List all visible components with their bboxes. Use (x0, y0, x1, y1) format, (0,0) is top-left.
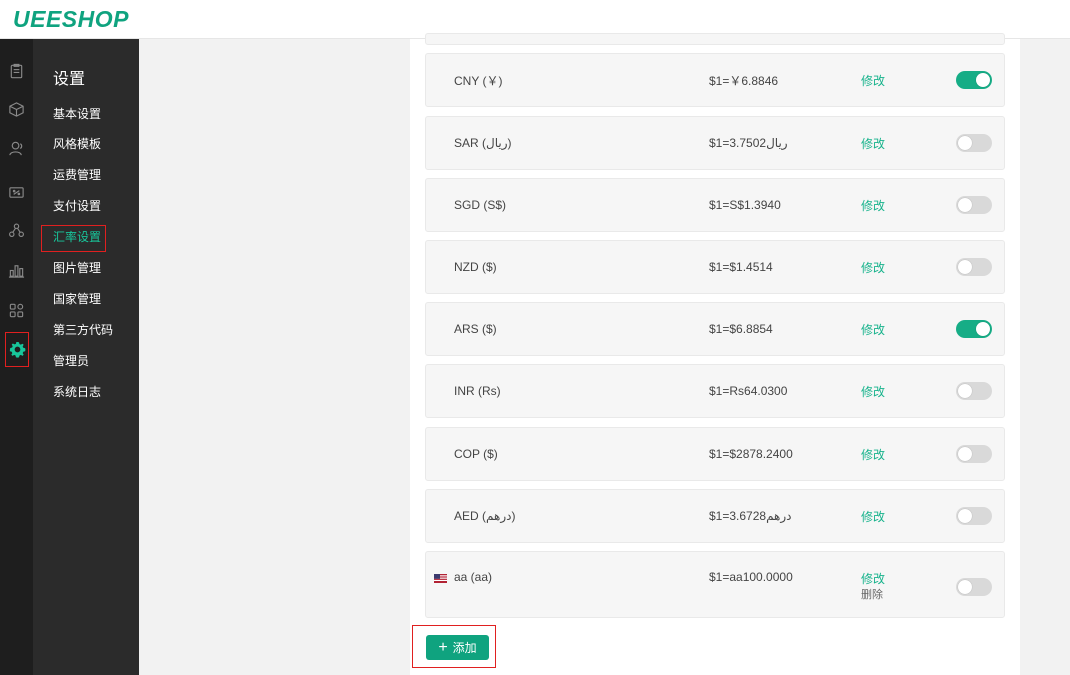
currency-name-wrap: aa (aa) (434, 552, 493, 584)
currency-name: ARS ($) (454, 322, 497, 336)
subnav-item-basic-settings[interactable]: 基本设置 (53, 104, 101, 124)
coupons-icon[interactable] (0, 177, 33, 207)
customers-icon[interactable] (0, 133, 33, 163)
edit-link[interactable]: 修改 (861, 179, 885, 231)
edit-link[interactable]: 修改 (861, 117, 885, 169)
plus-icon: + (438, 638, 448, 656)
currency-name: SAR (ريال) (454, 136, 512, 150)
add-button-label: 添加 (452, 641, 477, 655)
currency-rate: $1=S$1.3940 (709, 198, 781, 212)
currency-name: INR (Rs) (454, 384, 501, 398)
currency-rate: $1=درهم3.6728 (709, 509, 792, 523)
ueeshop-logo[interactable]: UEESHOP (13, 6, 129, 33)
currency-toggle[interactable] (956, 320, 992, 338)
currency-row: INR (Rs) $1=Rs64.0300 修改 (425, 364, 1005, 418)
currency-name: aa (aa) (454, 570, 493, 584)
currency-rate: $1=Rs64.0300 (709, 384, 788, 398)
subnav-title: 设置 (53, 71, 86, 88)
us-flag-icon (434, 572, 447, 584)
currency-toggle[interactable] (956, 445, 992, 463)
subnav-item-exchange-rate[interactable]: 汇率设置 (53, 227, 101, 247)
edit-link[interactable]: 修改 (861, 54, 885, 106)
plugins-icon[interactable] (0, 215, 33, 245)
currency-row: SAR (ريال) $1=3.7502ريال 修改 (425, 116, 1005, 170)
currency-row: SGD (S$) $1=S$1.3940 修改 (425, 178, 1005, 232)
currency-row: COP ($) $1=$2878.2400 修改 (425, 427, 1005, 481)
currency-rate: $1=$6.8854 (709, 322, 773, 336)
edit-link[interactable]: 修改 (861, 490, 885, 542)
main-content: CNY (￥) $1=￥6.8846 修改 SAR (ريال) $1=3.75… (139, 33, 1070, 675)
currency-rate: $1=￥6.8846 (709, 73, 779, 88)
edit-link[interactable]: 修改 (861, 428, 885, 480)
subnav-item-style-templates[interactable]: 风格模板 (53, 134, 101, 154)
currency-name: NZD ($) (454, 260, 497, 274)
currency-row: AED (درهم) $1=درهم3.6728 修改 (425, 489, 1005, 543)
subnav-item-payment[interactable]: 支付设置 (53, 196, 101, 216)
currency-toggle[interactable] (956, 71, 992, 89)
subnav-item-system-log[interactable]: 系统日志 (53, 382, 101, 402)
currency-toggle[interactable] (956, 578, 992, 596)
currency-rate: $1=$1.4514 (709, 260, 773, 274)
products-icon[interactable] (0, 94, 33, 124)
subnav-item-admins[interactable]: 管理员 (53, 351, 89, 371)
orders-icon[interactable] (0, 56, 33, 86)
settings-icon[interactable] (5, 332, 29, 367)
delete-link[interactable]: 删除 (861, 586, 883, 602)
currency-toggle[interactable] (956, 507, 992, 525)
currency-name: COP ($) (454, 447, 498, 461)
currency-row: aa (aa) $1=aa100.0000 修改 删除 (425, 551, 1005, 618)
apps-icon[interactable] (0, 295, 33, 325)
edit-link[interactable]: 修改 (861, 241, 885, 293)
add-button-highlight: + 添加 (412, 625, 496, 668)
statistics-icon[interactable] (0, 255, 33, 285)
currency-toggle[interactable] (956, 196, 992, 214)
subnav-item-countries[interactable]: 国家管理 (53, 289, 101, 309)
currency-toggle[interactable] (956, 258, 992, 276)
currency-name: SGD (S$) (454, 198, 507, 212)
currency-row: NZD ($) $1=$1.4514 修改 (425, 240, 1005, 294)
currency-toggle[interactable] (956, 382, 992, 400)
edit-link[interactable]: 修改 (861, 303, 885, 355)
currency-row: ARS ($) $1=$6.8854 修改 (425, 302, 1005, 356)
currency-row: CNY (￥) $1=￥6.8846 修改 (425, 53, 1005, 107)
currency-rate: $1=$2878.2400 (709, 447, 793, 461)
edit-link[interactable]: 修改 (861, 570, 885, 587)
currency-toggle[interactable] (956, 134, 992, 152)
currency-panel: CNY (￥) $1=￥6.8846 修改 SAR (ريال) $1=3.75… (410, 33, 1020, 675)
currency-rate: $1=3.7502ريال (709, 136, 788, 150)
currency-name: AED (درهم) (454, 509, 516, 523)
subnav-item-shipping[interactable]: 运费管理 (53, 165, 101, 185)
add-currency-button[interactable]: + 添加 (426, 635, 489, 660)
subnav-item-third-party-code[interactable]: 第三方代码 (53, 320, 113, 340)
currency-row-partial (425, 33, 1005, 45)
subnav-item-images[interactable]: 图片管理 (53, 258, 101, 278)
settings-subnav: 设置 基本设置 风格模板 运费管理 支付设置 汇率设置 图片管理 国家管理 第三… (33, 39, 139, 675)
edit-link[interactable]: 修改 (861, 365, 885, 417)
currency-rate: $1=aa100.0000 (709, 570, 793, 584)
icon-sidebar (0, 39, 33, 675)
currency-name: CNY (￥) (454, 73, 503, 88)
